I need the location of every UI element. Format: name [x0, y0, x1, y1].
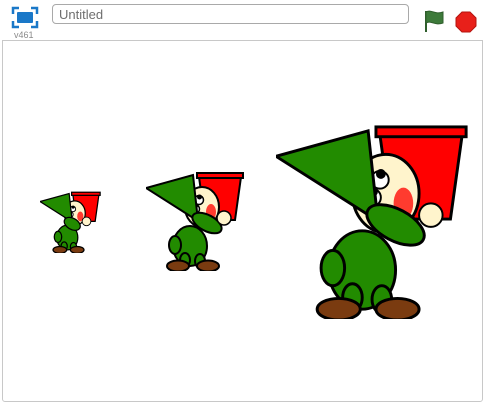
fullscreen-icon[interactable] — [11, 6, 39, 30]
gnome-graphic — [40, 191, 101, 253]
gnome-sprite-medium[interactable] — [146, 171, 246, 271]
green-flag-icon[interactable] — [422, 8, 446, 34]
project-title-input[interactable] — [52, 4, 409, 24]
stage[interactable] — [2, 40, 483, 402]
scratch-player-window: v461 — [0, 0, 485, 404]
player-toolbar: v461 — [0, 0, 485, 40]
gnome-graphic — [276, 125, 468, 319]
stop-icon[interactable] — [455, 11, 477, 33]
gnome-graphic — [146, 172, 244, 271]
gnome-sprite-small[interactable] — [40, 191, 102, 253]
version-label: v461 — [14, 30, 34, 40]
gnome-sprite-large[interactable] — [276, 123, 472, 319]
